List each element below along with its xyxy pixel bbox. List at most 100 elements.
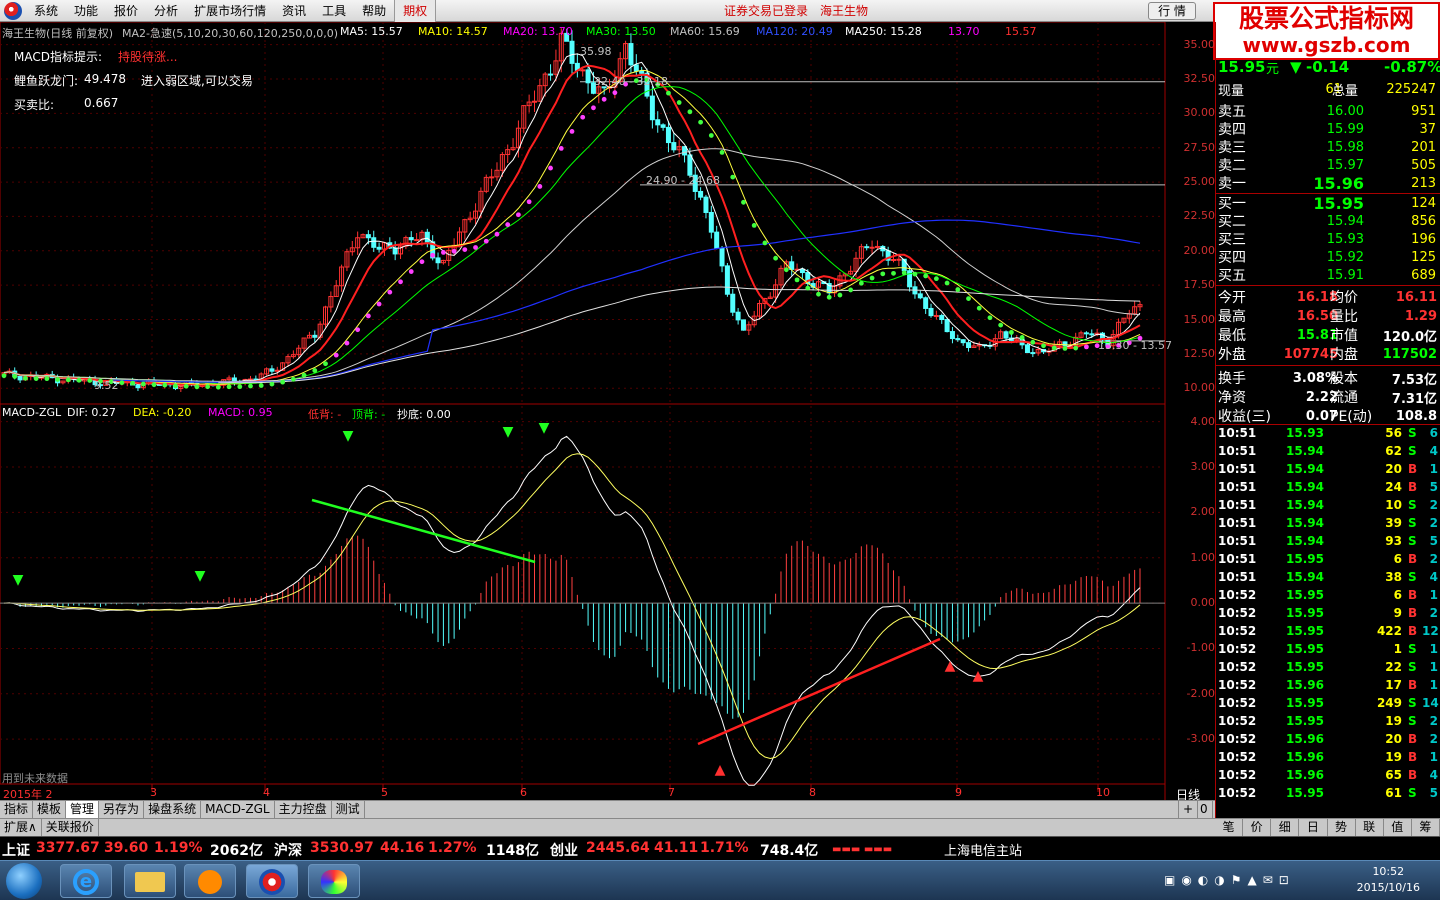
tab-macd-zgl[interactable]: MACD-ZGL: [201, 801, 275, 818]
tick-side: S: [1408, 498, 1417, 512]
tick-row[interactable]: 10:51 15.94 38 S 4: [1216, 569, 1440, 587]
tab-extend[interactable]: 扩展∧: [0, 819, 42, 836]
buy-level-volume: 125: [1411, 249, 1436, 265]
kline-chart-area[interactable]: ▼ ▼ ▼ ▲ ▲ ▲ ▼ ▼ 海王生物(日线 前复权) MA2-急速(5,10,20,30,…: [0, 22, 1215, 802]
stat-label: 股本: [1330, 371, 1358, 387]
rtab-chou[interactable]: 筹: [1412, 819, 1440, 836]
tick-row[interactable]: 10:52 15.95 6 B 1: [1216, 587, 1440, 605]
menu-quote[interactable]: 报价: [106, 0, 146, 22]
buy-level-row[interactable]: 买一 15.95 124: [1216, 194, 1440, 213]
tick-row[interactable]: 10:52 15.95 1 S 1: [1216, 641, 1440, 659]
stock-app-icon[interactable]: [246, 864, 298, 898]
menu-news[interactable]: 资讯: [274, 0, 314, 22]
rtab-zhi[interactable]: 值: [1384, 819, 1412, 836]
sell-level-row[interactable]: 卖五 16.00 951: [1216, 102, 1440, 121]
tick-time: 10:52: [1218, 732, 1257, 746]
tick-time: 10:52: [1218, 606, 1257, 620]
sell-level-row[interactable]: 卖三 15.98 201: [1216, 138, 1440, 157]
rtab-jia[interactable]: 价: [1243, 819, 1272, 836]
media-player-icon[interactable]: [184, 864, 236, 898]
buy-level-row[interactable]: 买二 15.94 856: [1216, 212, 1440, 231]
tick-row[interactable]: 10:51 15.94 93 S 5: [1216, 533, 1440, 551]
tick-row[interactable]: 10:52 15.96 19 B 1: [1216, 749, 1440, 767]
tick-volume: 17: [1385, 678, 1402, 692]
sell-level-label: 卖四: [1218, 122, 1246, 138]
trade-login-status[interactable]: 证券交易已登录: [724, 2, 808, 19]
tick-time: 10:52: [1218, 642, 1257, 656]
sell-level-row[interactable]: 卖二 15.97 505: [1216, 156, 1440, 175]
menu-function[interactable]: 功能: [66, 0, 106, 22]
tab-template[interactable]: 模板: [33, 801, 67, 818]
menu-options[interactable]: 期权: [394, 0, 437, 22]
svg-text:▼: ▼: [195, 568, 206, 584]
tick-side: B: [1408, 606, 1418, 620]
sell-level-row[interactable]: 卖四 15.99 37: [1216, 120, 1440, 139]
server-name[interactable]: 上海电信主站: [944, 840, 1022, 859]
tab-manage[interactable]: 管理: [66, 801, 100, 818]
ma-indicator-name[interactable]: MA2-急速(5,10,20,30,60,120,250,0,0,0): [122, 25, 338, 41]
cy-label[interactable]: 创业: [550, 840, 578, 860]
sell-level-row[interactable]: 卖一 15.96 213: [1216, 174, 1440, 193]
tab-main-control[interactable]: 主力控盘: [275, 801, 332, 818]
price-change-arrow: ▼: [1290, 58, 1302, 76]
tick-row[interactable]: 10:52 15.96 17 B 1: [1216, 677, 1440, 695]
clock[interactable]: 10:52 2015/10/16: [1357, 864, 1420, 896]
tick-row[interactable]: 10:52 15.96 65 B 4: [1216, 767, 1440, 785]
macd-dingbei: 顶背: -: [352, 408, 386, 421]
pager-zero-button[interactable]: 0: [1196, 801, 1213, 818]
tick-count: 1: [1429, 678, 1438, 692]
buy-level-row[interactable]: 买四 15.92 125: [1216, 248, 1440, 267]
stat-value: 16.50: [1296, 308, 1338, 324]
rtab-lian[interactable]: 联: [1356, 819, 1384, 836]
stat-value: 15.81: [1296, 327, 1338, 343]
rtab-bi[interactable]: 笔: [1215, 819, 1244, 836]
tick-side: B: [1408, 768, 1418, 782]
tick-row[interactable]: 10:51 15.94 20 B 1: [1216, 461, 1440, 479]
tick-row[interactable]: 10:52 15.95 61 S 5: [1216, 785, 1440, 803]
tick-price: 15.95: [1286, 624, 1324, 638]
tick-row[interactable]: 10:52 15.95 9 B 2: [1216, 605, 1440, 623]
menu-system[interactable]: 系统: [26, 0, 66, 22]
tab-test[interactable]: 测试: [332, 801, 365, 818]
buy-level-row[interactable]: 买三 15.93 196: [1216, 230, 1440, 249]
rtab-xi[interactable]: 细: [1271, 819, 1300, 836]
tick-row[interactable]: 10:51 15.94 24 B 5: [1216, 479, 1440, 497]
ie-icon[interactable]: e: [60, 864, 112, 898]
start-button-icon[interactable]: [6, 863, 42, 899]
system-tray-icons[interactable]: ▣◉◐◑⚑▲✉⊡: [1164, 873, 1295, 887]
quote-button[interactable]: 行 情: [1148, 2, 1196, 20]
menu-analysis[interactable]: 分析: [146, 0, 186, 22]
tab-related-quote[interactable]: 关联报价: [42, 819, 99, 836]
stat-label: 流通: [1330, 390, 1358, 406]
tab-trading-system[interactable]: 操盘系统: [144, 801, 202, 818]
tick-row[interactable]: 10:52 15.95 422 B 12: [1216, 623, 1440, 641]
tick-row[interactable]: 10:51 15.94 62 S 4: [1216, 443, 1440, 461]
tick-row[interactable]: 10:51 15.94 39 S 2: [1216, 515, 1440, 533]
tick-row[interactable]: 10:51 15.95 6 B 2: [1216, 551, 1440, 569]
rtab-shi[interactable]: 势: [1328, 819, 1356, 836]
tick-row[interactable]: 10:51 15.94 10 S 2: [1216, 497, 1440, 515]
tick-row[interactable]: 10:51 15.93 56 S 6: [1216, 425, 1440, 443]
app-logo-icon[interactable]: [4, 1, 22, 20]
liyu-value: 49.478: [84, 72, 126, 86]
explorer-icon[interactable]: [124, 864, 176, 898]
buy-level-row[interactable]: 买五 15.91 689: [1216, 266, 1440, 285]
paint-icon[interactable]: [308, 864, 360, 898]
tab-indicator[interactable]: 指标: [0, 801, 34, 818]
tick-row[interactable]: 10:52 15.95 19 S 2: [1216, 713, 1440, 731]
tick-count: 6: [1429, 426, 1438, 440]
macd-chaodi: 抄底: 0.00: [397, 408, 451, 421]
menu-extended-market[interactable]: 扩展市场行情: [186, 0, 274, 22]
sh-label[interactable]: 上证: [2, 840, 30, 860]
tick-count: 5: [1429, 480, 1438, 494]
menu-tools[interactable]: 工具: [314, 0, 354, 22]
sell-level-volume: 213: [1411, 175, 1436, 191]
menu-help[interactable]: 帮助: [354, 0, 394, 22]
tick-row[interactable]: 10:52 15.96 20 B 2: [1216, 731, 1440, 749]
tick-row[interactable]: 10:52 15.95 22 S 1: [1216, 659, 1440, 677]
tab-save-as[interactable]: 另存为: [99, 801, 145, 818]
rtab-ri[interactable]: 日: [1299, 819, 1328, 836]
sz-label[interactable]: 沪深: [274, 840, 302, 860]
macd-indicator-name[interactable]: MACD-ZGL: [2, 406, 61, 419]
tick-row[interactable]: 10:52 15.95 249 S 14: [1216, 695, 1440, 713]
